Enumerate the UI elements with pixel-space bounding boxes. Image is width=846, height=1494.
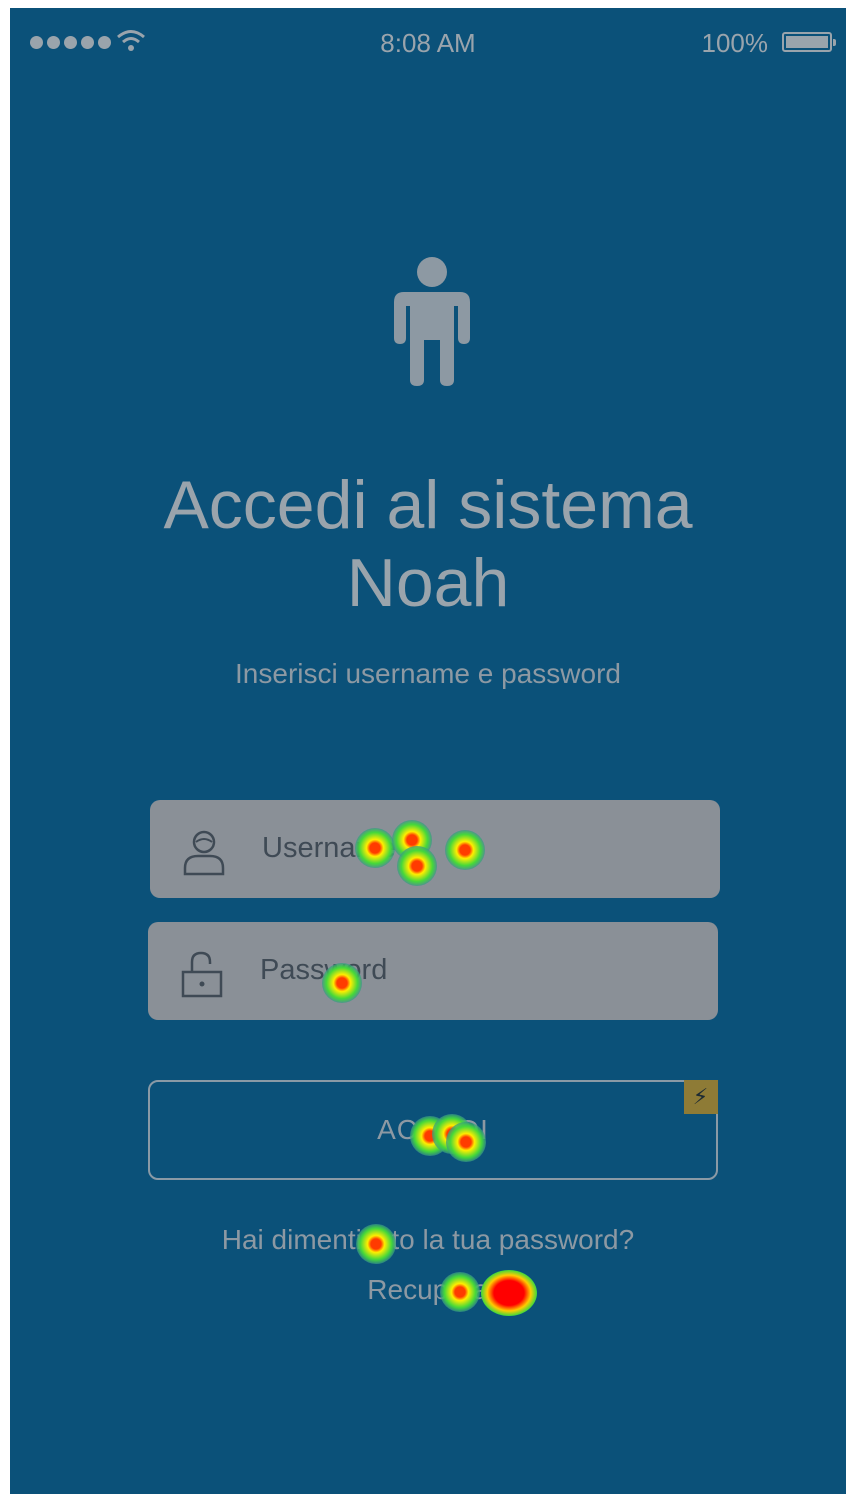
recover-link[interactable]: Recupera [10,1274,846,1306]
login-button-label: ACCEDI [377,1114,489,1145]
person-icon [394,257,470,386]
title-line-1: Accedi al sistema [163,467,693,543]
battery-percent: 100% [701,28,769,58]
unlock-icon [181,951,223,998]
lightning-icon: ⚡ [684,1080,718,1114]
login-screen: 8:08 AM 100% Accedi al sistema Noah Inse… [10,8,846,1494]
password-placeholder: Password [260,954,388,986]
status-bar: 8:08 AM 100% [10,8,846,78]
username-placeholder: Username [262,832,396,864]
page-title: Accedi al sistema Noah [10,466,846,622]
title-line-2: Noah [346,545,510,621]
forgot-password-text[interactable]: Hai dimenticato la tua password? [10,1224,846,1256]
password-field[interactable]: Password [148,922,718,1020]
user-icon [183,830,225,876]
login-button[interactable]: ACCEDI ⚡ [148,1080,718,1180]
username-field[interactable]: Username [150,800,720,898]
battery-icon [782,32,836,52]
page-subtitle: Inserisci username e password [235,658,621,689]
